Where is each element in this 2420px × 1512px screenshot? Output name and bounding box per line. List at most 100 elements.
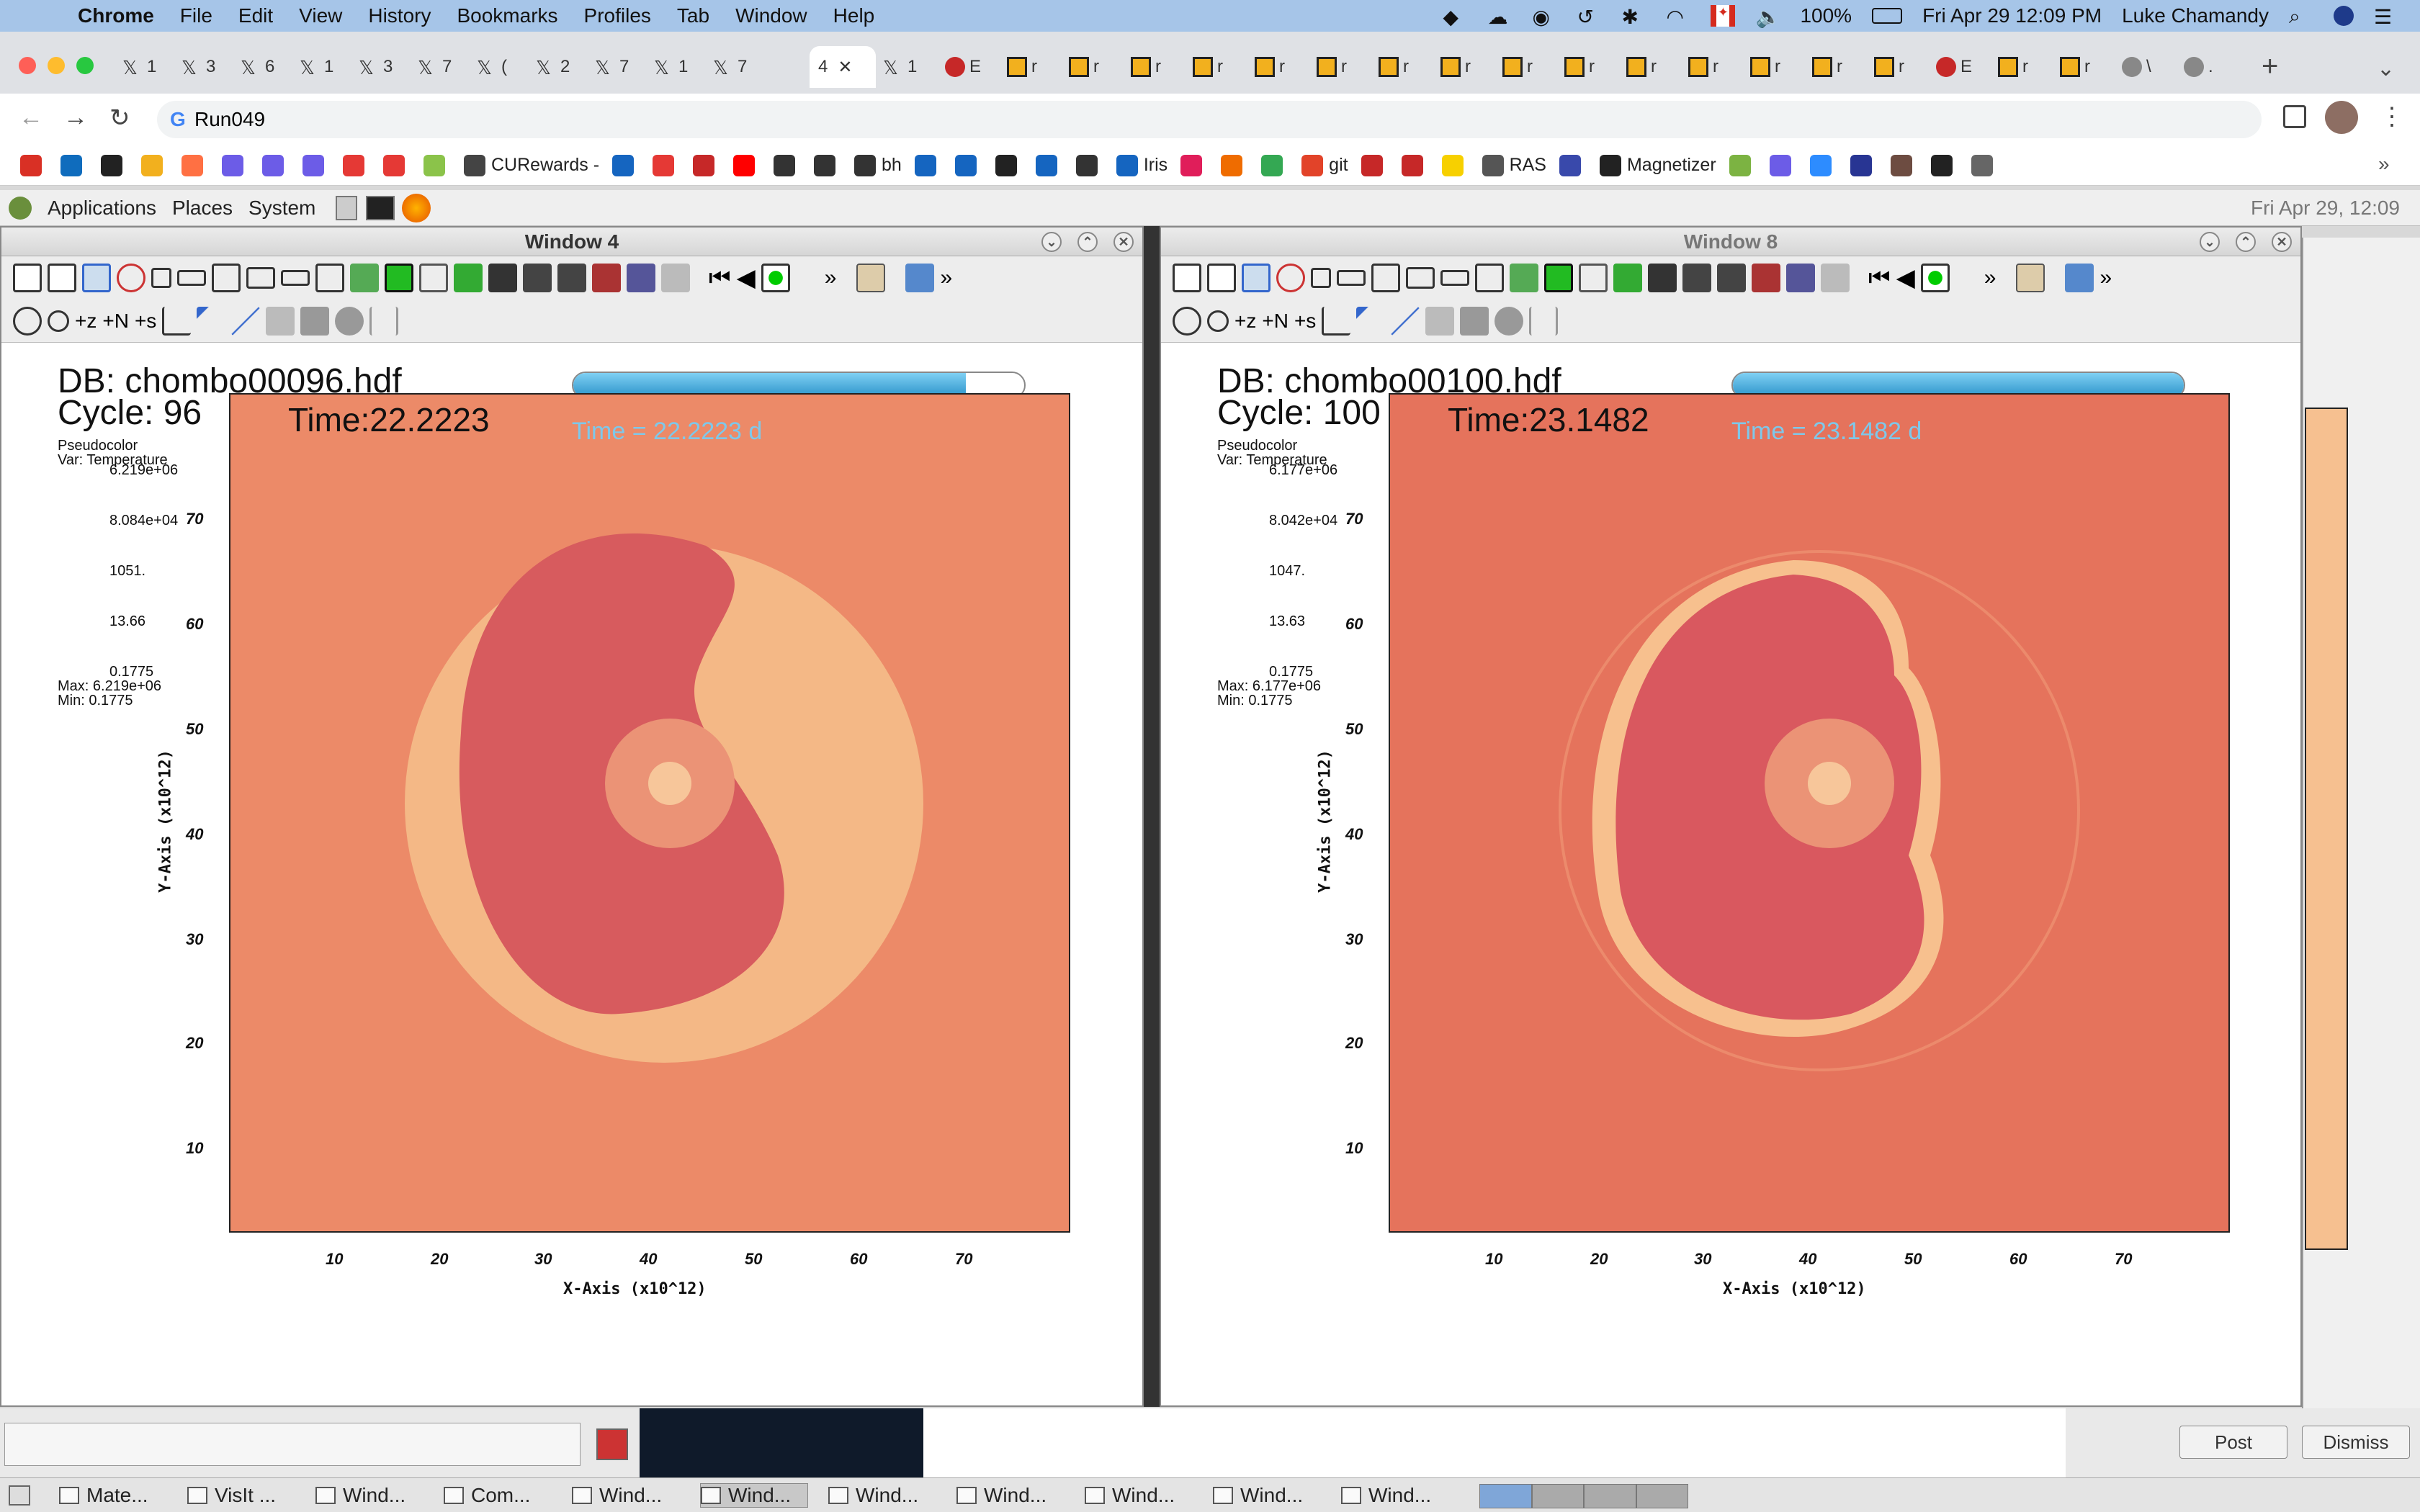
zone-pick-icon[interactable]: +z (1234, 310, 1256, 333)
layout-1x1-icon[interactable] (151, 268, 171, 288)
bookmark-item[interactable] (1441, 154, 1469, 176)
tab[interactable]: r (1812, 46, 1842, 88)
bookmark-item[interactable] (1559, 154, 1587, 176)
bookmark-item[interactable]: RAS (1482, 154, 1546, 176)
camera-2-icon[interactable] (523, 264, 552, 292)
layout-2x2-icon[interactable] (212, 264, 241, 292)
tab[interactable]: 𝕏2 (536, 46, 570, 88)
layout-2x4-icon[interactable] (1440, 270, 1469, 286)
lock-time-icon[interactable] (1786, 264, 1815, 292)
tab[interactable]: 𝕏3 (359, 46, 393, 88)
tab[interactable]: r (1440, 46, 1471, 88)
bookmark-item[interactable] (182, 154, 209, 176)
taskbar-window-button[interactable]: Wind... (828, 1483, 936, 1508)
taskbar-window-button[interactable]: Wind... (700, 1482, 808, 1508)
lineout-icon[interactable] (1544, 264, 1573, 292)
bookmark-item[interactable] (1075, 154, 1103, 176)
sidebar-icon[interactable] (2283, 105, 2306, 128)
tab[interactable]: 𝕏7 (713, 46, 747, 88)
siri-icon[interactable] (2334, 6, 2354, 26)
tab[interactable]: r (1007, 46, 1037, 88)
annotation-icon[interactable] (2016, 264, 2045, 292)
maximize-icon[interactable]: ⌃ (2236, 232, 2256, 252)
menu-window[interactable]: Window (735, 4, 807, 27)
pick-tool-icon[interactable] (197, 307, 226, 336)
bookmark-item[interactable] (1180, 154, 1208, 176)
gnome-system-menu[interactable]: System (248, 197, 315, 220)
menu-tab[interactable]: Tab (677, 4, 709, 27)
cloud-icon[interactable]: ☁ (1487, 5, 1512, 28)
app-menu[interactable]: Chrome (78, 4, 154, 27)
clear-window-icon[interactable] (117, 264, 145, 292)
tab[interactable]: 𝕏( (477, 46, 507, 88)
taskbar-window-button[interactable]: Mate... (59, 1483, 167, 1508)
clone-window-icon[interactable] (1207, 264, 1236, 292)
pick-icon[interactable] (350, 264, 379, 292)
chrome-menu-icon[interactable]: ⋮ (2380, 102, 2404, 131)
back-icon[interactable]: ← (19, 104, 43, 132)
lineout-tool-icon[interactable] (1322, 307, 1351, 336)
line-tool-icon[interactable] (231, 307, 261, 336)
tab[interactable]: r (1688, 46, 1718, 88)
bookmark-item[interactable] (343, 154, 370, 176)
bookmark-item[interactable] (774, 154, 801, 176)
bookmark-item[interactable] (383, 154, 411, 176)
zone-pick-icon[interactable]: +z (75, 310, 97, 333)
bookmark-item[interactable] (814, 154, 841, 176)
copy-window-icon[interactable] (1242, 264, 1270, 292)
stop-icon[interactable] (761, 264, 790, 292)
bookmark-item[interactable] (693, 154, 720, 176)
axis-tool-icon[interactable] (369, 307, 399, 336)
toolbar-overflow-2-icon[interactable]: » (940, 266, 952, 290)
tab[interactable]: 𝕏6 (241, 46, 274, 88)
taskbar-window-button[interactable]: Wind... (956, 1483, 1065, 1508)
gnome-places-menu[interactable]: Places (172, 197, 233, 220)
annotation-icon[interactable] (856, 264, 886, 292)
tab[interactable]: r (1998, 46, 2028, 88)
minimize-icon[interactable]: ⌄ (2200, 232, 2220, 252)
box-tool-icon[interactable] (300, 307, 330, 336)
menu-view[interactable]: View (299, 4, 342, 27)
spin-icon[interactable] (1821, 264, 1850, 292)
reverse-play-icon[interactable]: ⏮ (709, 264, 731, 292)
sphere-tool-icon[interactable] (335, 307, 364, 336)
menubar-clock[interactable]: Fri Apr 29 12:09 PM (1922, 4, 2102, 27)
view-3d-icon[interactable] (419, 264, 448, 292)
address-bar[interactable]: G Run049 (157, 101, 2262, 138)
box-tool-icon[interactable] (1460, 307, 1489, 336)
reverse-play-icon[interactable]: ⏮ (1868, 264, 1891, 292)
volume-icon[interactable]: 🔈 (1755, 5, 1780, 28)
layout-1x2-icon[interactable] (1337, 270, 1366, 286)
control-center-icon[interactable]: ☰ (2374, 5, 2398, 28)
bookmark-item[interactable] (141, 154, 169, 176)
forward-icon[interactable]: → (63, 104, 88, 132)
bookmark-item[interactable] (954, 154, 982, 176)
pseudocolor-field[interactable] (1389, 393, 2230, 1233)
copy-window-icon[interactable] (82, 264, 111, 292)
tab[interactable]: 𝕏1 (883, 46, 917, 88)
taskbar-window-button[interactable]: Com... (444, 1483, 552, 1508)
layout-2x4-icon[interactable] (281, 270, 310, 286)
tab-active[interactable]: 4 ✕ (810, 46, 876, 88)
reverse-step-icon[interactable]: ◀ (737, 264, 756, 292)
sphere-tool-icon[interactable] (1494, 307, 1524, 336)
tab[interactable]: 𝕏7 (595, 46, 629, 88)
workspace-2[interactable] (1531, 1484, 1584, 1508)
tab[interactable]: r (1564, 46, 1595, 88)
bookmark-item[interactable] (995, 154, 1023, 176)
window-titlebar[interactable]: Window 8 ⌄ ⌃ ✕ (1161, 228, 2300, 256)
bookmark-item[interactable] (262, 154, 290, 176)
plane-tool-icon[interactable] (266, 307, 295, 336)
workspace-1[interactable] (1479, 1484, 1532, 1508)
tab[interactable]: r (1750, 46, 1780, 88)
workspace-4[interactable] (1636, 1484, 1688, 1508)
close-icon[interactable]: ✕ (2272, 232, 2292, 252)
tab[interactable]: r (1502, 46, 1533, 88)
tab[interactable]: . (2184, 46, 2213, 88)
workspace-switcher[interactable] (1479, 1484, 1688, 1508)
pick-icon[interactable] (1510, 264, 1538, 292)
lock-view-icon[interactable] (592, 264, 621, 292)
tab[interactable]: r (1131, 46, 1161, 88)
lock-view-icon[interactable] (1752, 264, 1780, 292)
menu-file[interactable]: File (180, 4, 212, 27)
